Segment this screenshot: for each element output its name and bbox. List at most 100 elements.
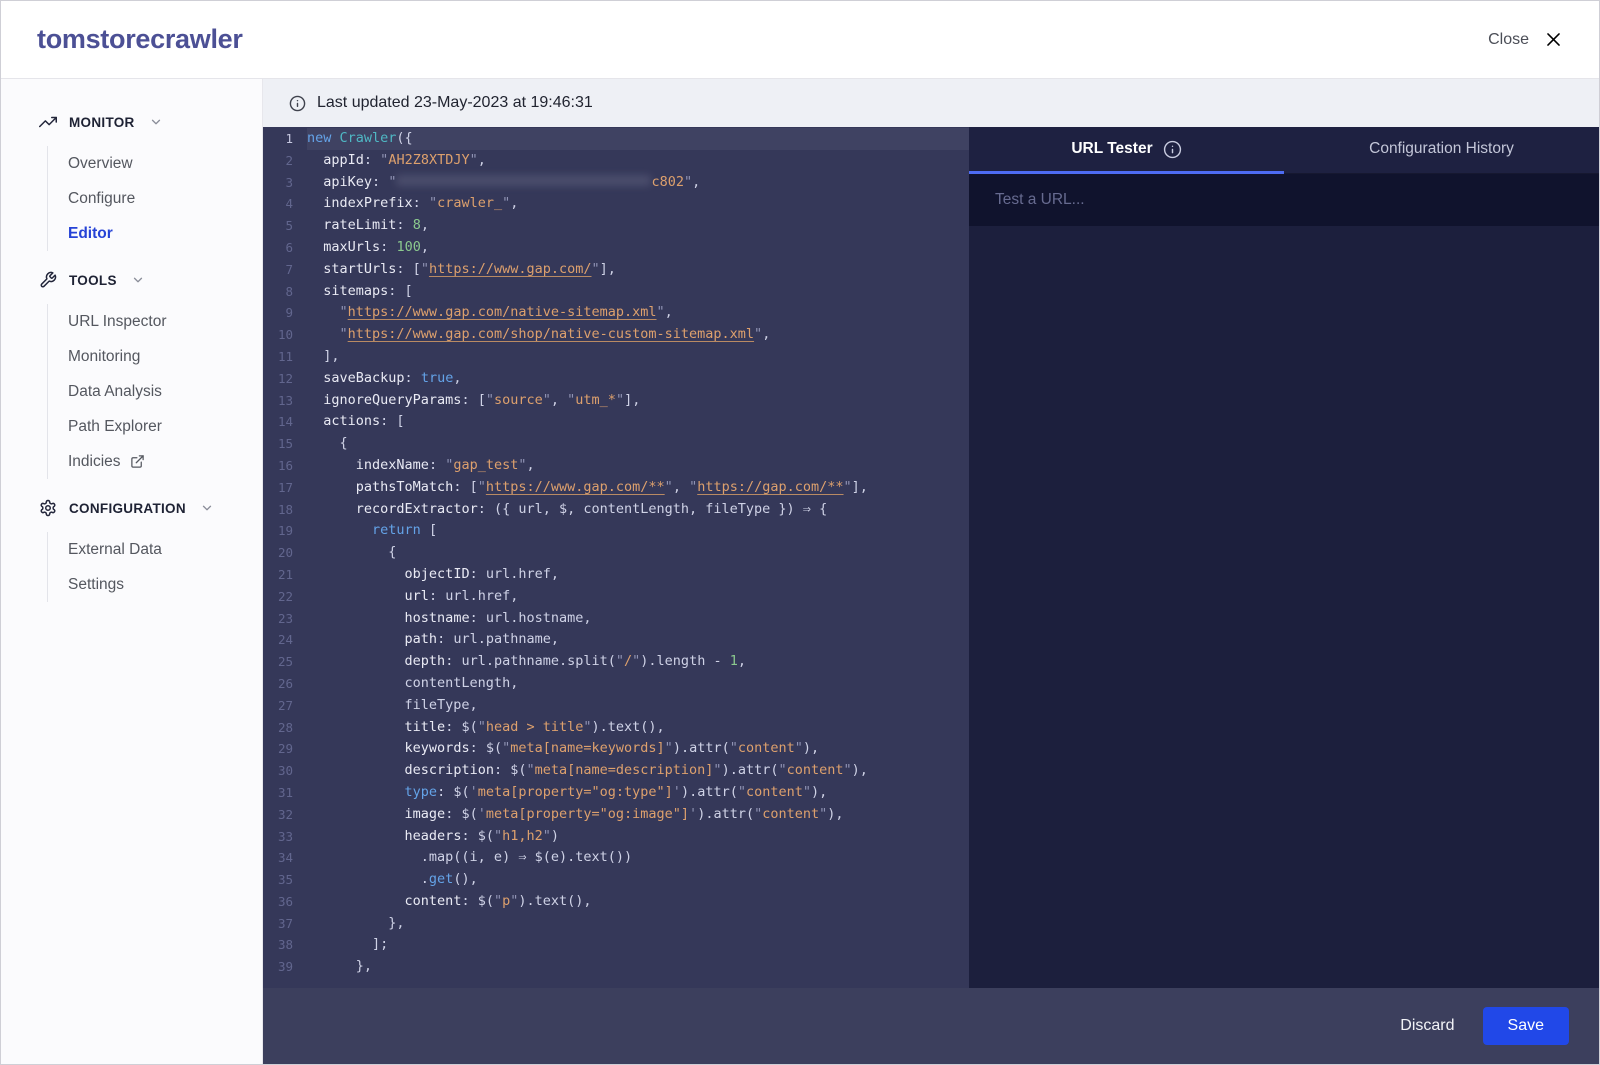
code-line: 6 maxUrls: 100, [263,237,969,259]
app-body: MONITOR Overview Configure Editor TOOLS [1,79,1599,1064]
sidebar-item-label: Monitoring [68,347,141,365]
sidebar-item-label: Data Analysis [68,382,162,400]
code-line-content: depth: url.pathname.split("/").length - … [404,653,746,670]
line-number: 14 [277,414,293,430]
line-number: 24 [277,632,293,648]
sidebar-section-tools-header[interactable]: TOOLS [39,271,262,289]
code-line-content: ], [307,347,340,364]
sidebar-item-configure[interactable]: Configure [68,181,262,216]
sidebar-section-label: MONITOR [69,114,135,130]
sidebar: MONITOR Overview Configure Editor TOOLS [1,79,263,1064]
redacted-api-key [396,174,652,186]
code-line-content: new Crawler({ [307,128,969,150]
code-line: 30 description: $("meta[name=description… [263,760,969,782]
line-number: 27 [277,697,293,713]
line-number: 38 [277,937,293,953]
code-line-content: return [ [372,522,438,539]
code-line: 7 startUrls: ["https://www.gap.com/"], [263,259,969,281]
sidebar-item-label: URL Inspector [68,312,167,330]
code-line: 19 return [ [263,520,969,542]
line-number: 13 [277,392,293,408]
sidebar-item-editor[interactable]: Editor [68,216,262,251]
sidebar-item-external-data[interactable]: External Data [68,532,262,567]
app-header: tomstorecrawler Close [1,1,1599,79]
code-line-content: content: $("p").text(), [404,892,592,909]
line-number: 36 [277,893,293,909]
sidebar-section-monitor: MONITOR Overview Configure Editor [39,113,262,251]
line-number: 12 [277,370,293,386]
sidebar-item-label: Settings [68,575,125,593]
code-line: 36 content: $("p").text(), [263,891,969,913]
code-line-content: ignoreQueryParams: ["source", "utm_*"], [323,391,641,408]
code-line: 17 pathsToMatch: ["https://www.gap.com/*… [263,477,969,499]
code-line-content: recordExtractor: ({ url, $, contentLengt… [355,500,828,517]
code-line-content: }, [307,958,373,975]
code-line-content: url: url.href, [404,587,519,604]
sidebar-item-settings[interactable]: Settings [68,567,262,602]
main-area: Last updated 23-May-2023 at 19:46:31 1 ne… [263,79,1599,1064]
line-number: 35 [277,872,293,888]
line-number: 26 [277,675,293,691]
sidebar-item-label: Overview [68,154,133,172]
url-tester-results-area [969,226,1599,988]
sidebar-item-label: Path Explorer [68,417,162,435]
code-line: 3 apiKey: " c802", [263,172,969,194]
sidebar-item-indicies[interactable]: Indicies [68,444,262,479]
sidebar-item-data-analysis[interactable]: Data Analysis [68,374,262,409]
code-line: 27 fileType, [263,695,969,717]
code-line: 31 type: $('meta[property="og:type"]').a… [263,782,969,804]
close-button[interactable]: Close [1488,30,1563,49]
code-editor[interactable]: 1 new Crawler({2 appId: "AH2Z8XTDJY", 3 ap… [263,127,969,988]
code-line-content: .get(), [307,871,478,888]
footer-action-bar: Discard Save [263,988,1599,1064]
code-line: 28 title: $("head > title").text(), [263,717,969,739]
code-line-content: rateLimit: 8, [323,217,429,234]
sidebar-section-configuration-header[interactable]: CONFIGURATION [39,499,262,517]
chevron-down-icon [131,273,145,287]
line-number: 33 [277,828,293,844]
discard-button[interactable]: Discard [1400,1017,1454,1035]
code-line-content: { [307,544,397,561]
sidebar-section-configuration: CONFIGURATION External Data Settings [39,499,262,602]
line-number: 39 [277,959,293,975]
line-number: 2 [285,152,293,168]
line-number: 31 [277,784,293,800]
close-button-label: Close [1488,30,1529,48]
code-line: 29 keywords: $("meta[name=keywords]").at… [263,738,969,760]
code-line: 2 appId: "AH2Z8XTDJY", [263,150,969,172]
sidebar-item-path-explorer[interactable]: Path Explorer [68,409,262,444]
code-line-content: sitemaps: [ [323,282,413,299]
code-line: 8 sitemaps: [ [263,281,969,303]
code-line: 25 depth: url.pathname.split("/").length… [263,651,969,673]
test-url-input[interactable] [969,174,1599,226]
code-line: 37 }, [263,913,969,935]
line-number: 8 [285,283,293,299]
panel-tabs: URL Tester Configuration History [969,127,1599,174]
code-line: 32 image: $('meta[property="og:image"]')… [263,804,969,826]
tab-url-tester[interactable]: URL Tester [969,127,1284,174]
line-number: 21 [277,566,293,582]
sidebar-section-monitor-header[interactable]: MONITOR [39,113,262,131]
sidebar-item-monitoring[interactable]: Monitoring [68,339,262,374]
sidebar-item-label: Configure [68,189,136,207]
code-line: 13 ignoreQueryParams: ["source", "utm_*"… [263,390,969,412]
sidebar-item-url-inspector[interactable]: URL Inspector [68,304,262,339]
code-line-content: indexPrefix: "crawler_", [323,195,519,212]
code-line: 34 .map((i, e) ⇒ $(e).text()) [263,847,969,869]
line-number: 5 [285,218,293,234]
sidebar-section-tools-items: URL Inspector Monitoring Data Analysis P… [47,304,262,479]
line-number: 32 [277,806,293,822]
sidebar-section-tools: TOOLS URL Inspector Monitoring Data Anal… [39,271,262,479]
tab-configuration-history[interactable]: Configuration History [1284,127,1599,174]
content-area: 1 new Crawler({2 appId: "AH2Z8XTDJY", 3 ap… [263,127,1599,988]
sidebar-item-overview[interactable]: Overview [68,146,262,181]
code-line-content: }, [307,914,405,931]
code-line: 1 new Crawler({ [263,128,969,150]
code-line-content: type: $('meta[property="og:type"]').attr… [404,783,828,800]
line-number: 1 [285,131,293,146]
crawler-app-window: tomstorecrawler Close MONITOR Overview C… [0,0,1600,1065]
code-line-content: { [307,435,348,452]
code-line-content: contentLength, [307,674,519,691]
tab-configuration-history-label: Configuration History [1369,140,1514,157]
save-button[interactable]: Save [1482,1007,1569,1045]
